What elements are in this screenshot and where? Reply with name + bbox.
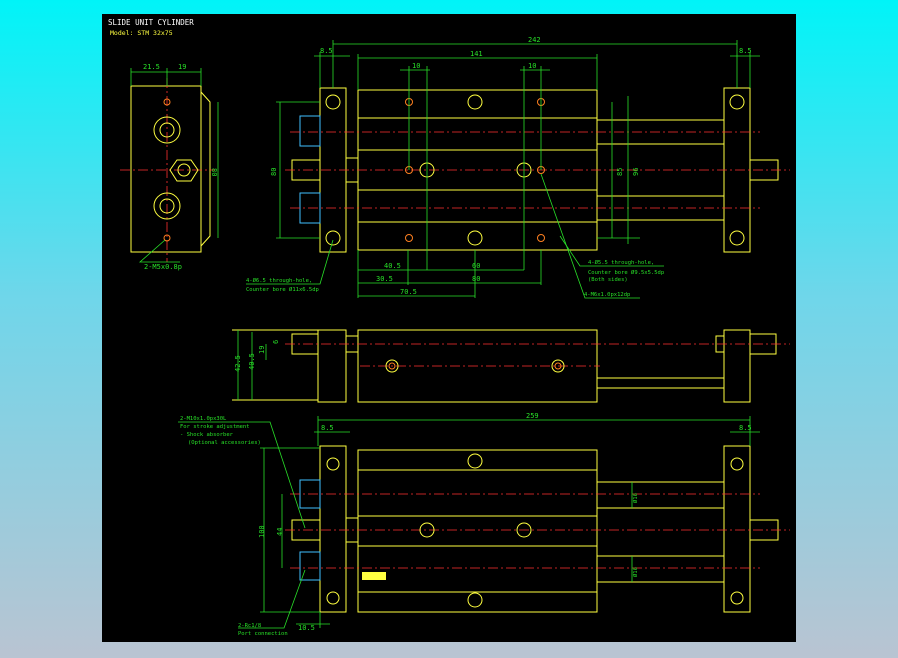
dim-8-5-br: 8.5 [739,424,752,432]
note-port-1: 2-Rc1/8 [238,623,261,629]
note-right-1: 4-Ø5.5 through-hole, [588,259,654,266]
dim-21-5: 21.5 [143,63,160,71]
dim-8-5-right: 8.5 [739,47,752,55]
dim-40-5-side: 40.5 [248,353,256,370]
side-view: 42.5 40.5 19 6 [232,329,790,403]
dim-rod-top: Ø16 [632,493,639,503]
dim-19: 19 [178,63,186,71]
dim-40-5: 40.5 [384,262,401,270]
bottom-view: 259 8.5 8.5 100 44 Ø16 Ø16 10.5 2-M10x1.… [178,412,790,637]
dim-8-5-bl: 8.5 [321,424,334,432]
dim-60: 60 [472,262,480,270]
dim-80: 80 [210,168,218,176]
dim-6-side: 6 [272,340,280,344]
top-view: 242 141 8.5 8.5 10 10 80 85 96 40.5 60 3… [246,36,790,299]
end-view: 21.5 19 80 2-M5x0.8p [120,63,219,271]
note-tap: 4-M6x1.0px12dp [584,292,630,298]
note-left-1: 4-Ø6.5 through-hole, [246,277,312,284]
note-right-2: Counter bore Ø9.5x5.5dp [588,269,664,276]
dim-259: 259 [526,412,539,420]
drawing-model: Model: STM 32x75 [110,29,173,37]
dim-70-5: 70.5 [400,288,417,296]
dim-242: 242 [528,36,541,44]
cad-drawing: SLIDE UNIT CYLINDER Model: STM 32x75 21.… [108,18,790,637]
note-adjust-4: (Optional accessories) [188,440,261,446]
drawing-title: SLIDE UNIT CYLINDER [108,18,194,27]
dim-141: 141 [470,50,483,58]
dim-8-5-left: 8.5 [320,47,333,55]
dim-10-left: 10 [412,62,420,70]
cad-drawing-canvas[interactable]: SLIDE UNIT CYLINDER Model: STM 32x75 21.… [102,14,796,642]
dim-80-top: 80 [270,168,278,176]
dim-80-bottom: 80 [472,275,480,283]
dim-100: 100 [258,525,266,538]
note-right-3: (Both sides) [588,277,628,283]
dim-rod-bottom: Ø16 [632,567,639,577]
dim-10-right: 10 [528,62,536,70]
end-view-note: 2-M5x0.8p [144,263,182,271]
dim-42-5: 42.5 [234,355,242,372]
note-adjust-3: - Shock absorber [180,432,234,438]
dim-44: 44 [276,528,284,536]
note-left-2: Counter bore Ø11x6.5dp [246,286,319,293]
note-adjust-2: For stroke adjustment [180,424,250,430]
note-adjust-1: 2-M10x1.0px30L [180,416,227,422]
dim-30-5: 30.5 [376,275,393,283]
dim-85: 85 [616,168,624,176]
dim-96: 96 [632,168,640,176]
note-port-2: Port connection [238,631,288,637]
dim-10-5: 10.5 [298,624,315,632]
dim-19-side: 19 [258,346,266,354]
